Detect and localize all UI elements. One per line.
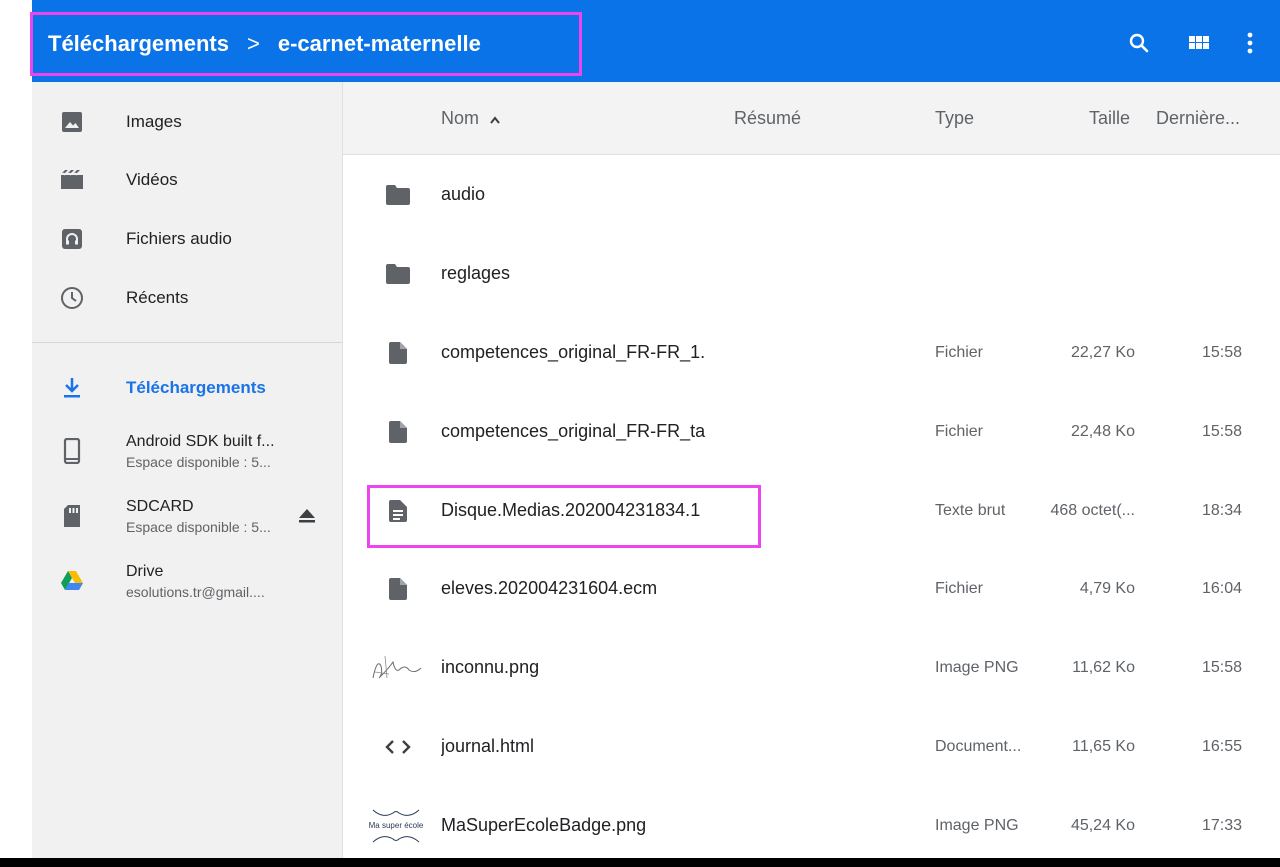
- sidebar-item-drive[interactable]: Drive esolutions.tr@gmail....: [32, 557, 342, 605]
- column-header-summary[interactable]: Résumé: [734, 108, 801, 129]
- breadcrumb: Téléchargements > e-carnet-maternelle: [48, 28, 481, 60]
- file-icon: [383, 341, 413, 365]
- file-modified: 15:58: [1201, 659, 1242, 676]
- sidebar-item-sdcard[interactable]: SDCARD Espace disponible : 5...: [32, 492, 342, 540]
- file-size: 468 octet(...: [1050, 502, 1136, 519]
- file-modified: 16:55: [1201, 738, 1242, 755]
- list-item-file[interactable]: eleves.202004231604.ecm Fichier 4,79 Ko …: [343, 550, 1280, 628]
- list-item-image[interactable]: inconnu.png Image PNG 11,62 Ko 15:58: [343, 629, 1280, 707]
- file-type: Texte brut: [935, 502, 1006, 519]
- list-item-html[interactable]: journal.html Document... 11,65 Ko 16:55: [343, 708, 1280, 786]
- eject-icon[interactable]: [297, 506, 317, 526]
- list-item-folder-reglages[interactable]: reglages: [343, 235, 1280, 313]
- file-type: Fichier: [935, 423, 984, 440]
- file-name: MaSuperEcoleBadge.png: [441, 815, 647, 835]
- file-type: Document...: [935, 738, 1022, 755]
- file-icon: [383, 420, 413, 444]
- sidebar-item-label: Téléchargements: [126, 378, 266, 397]
- file-name: competences_original_FR-FR_ta: [441, 421, 706, 441]
- file-size: 11,65 Ko: [1072, 738, 1135, 755]
- sidebar-item-label: SDCARD: [126, 497, 194, 515]
- more-vert-icon[interactable]: [1235, 28, 1265, 58]
- drive-icon: [60, 569, 84, 593]
- left-margin: [0, 0, 32, 867]
- sort-ascending-icon: [490, 108, 500, 129]
- sidebar-item-downloads[interactable]: Téléchargements: [32, 368, 342, 408]
- file-name: reglages: [441, 263, 511, 283]
- sidebar-item-recents[interactable]: Récents: [32, 278, 342, 318]
- file-name: inconnu.png: [441, 657, 540, 677]
- sidebar-item-label: Fichiers audio: [126, 229, 232, 248]
- sidebar-item-label: Drive: [126, 562, 164, 580]
- file-size: 22,48 Ko: [1070, 423, 1135, 440]
- column-header-size[interactable]: Taille: [1089, 108, 1130, 129]
- column-header-name[interactable]: Nom: [441, 108, 500, 129]
- bottom-bar: [0, 858, 1280, 867]
- breadcrumb-item-downloads[interactable]: Téléchargements: [48, 31, 229, 57]
- search-icon[interactable]: [1124, 28, 1154, 58]
- file-icon: [383, 577, 413, 601]
- list-item-folder-audio[interactable]: audio: [343, 156, 1280, 234]
- sidebar-item-videos[interactable]: Vidéos: [32, 160, 342, 200]
- file-type: Image PNG: [935, 659, 1019, 676]
- sidebar-item-sublabel: Espace disponible : 5...: [126, 518, 271, 535]
- list-item-file[interactable]: competences_original_FR-FR_ta Fichier 22…: [343, 393, 1280, 471]
- file-name: audio: [441, 184, 486, 204]
- list-header: Nom Résumé Type Taille Dernière...: [343, 82, 1280, 155]
- file-name: eleves.202004231604.ecm: [441, 578, 658, 598]
- file-modified: 16:04: [1201, 580, 1242, 597]
- list-item-text-file[interactable]: Disque.Medias.202004231834.1 Texte brut …: [343, 472, 1280, 550]
- sidebar-item-sublabel: Espace disponible : 5...: [126, 453, 271, 470]
- sidebar-item-sublabel: esolutions.tr@gmail....: [126, 583, 265, 600]
- file-modified: 18:34: [1201, 502, 1242, 519]
- sidebar-item-images[interactable]: Images: [32, 102, 342, 142]
- top-toolbar: Téléchargements > e-carnet-maternelle: [32, 0, 1280, 82]
- image-icon: [60, 110, 84, 134]
- file-name: journal.html: [441, 736, 535, 756]
- breadcrumb-item-current-folder[interactable]: e-carnet-maternelle: [278, 31, 481, 57]
- column-header-modified[interactable]: Dernière...: [1156, 108, 1240, 129]
- folder-icon: [383, 262, 413, 286]
- file-modified: 17:33: [1201, 817, 1242, 834]
- sidebar-item-label: Images: [126, 112, 182, 131]
- file-modified: 15:58: [1201, 344, 1242, 361]
- file-size: 11,62 Ko: [1072, 659, 1135, 676]
- file-modified: 15:58: [1201, 423, 1242, 440]
- folder-icon: [383, 183, 413, 207]
- list-item-file[interactable]: competences_original_FR-FR_1. Fichier 22…: [343, 314, 1280, 392]
- file-list: Nom Résumé Type Taille Dernière... audio…: [343, 82, 1280, 858]
- text-file-icon: [383, 499, 413, 523]
- breadcrumb-separator: >: [246, 31, 260, 56]
- sidebar-divider: [32, 342, 342, 343]
- sidebar: Images Vidéos Fichiers audio Récents Tél…: [32, 82, 343, 858]
- audio-icon: [60, 227, 84, 251]
- file-size: 4,79 Ko: [1079, 580, 1135, 597]
- sidebar-item-android-sdk[interactable]: Android SDK built f... Espace disponible…: [32, 427, 342, 475]
- download-icon: [60, 376, 84, 400]
- list-item-image[interactable]: Ma super école MaSuperEcoleBadge.png Ima…: [343, 787, 1280, 858]
- badge-thumbnail-text: Ma super école: [368, 821, 424, 830]
- file-size: 45,24 Ko: [1070, 817, 1135, 834]
- file-size: 22,27 Ko: [1070, 344, 1135, 361]
- column-header-name-label: Nom: [441, 108, 480, 128]
- file-type: Image PNG: [935, 817, 1019, 834]
- files-app: Téléchargements > e-carnet-maternelle Im…: [32, 0, 1280, 858]
- badge-thumbnail: Ma super école: [367, 803, 425, 849]
- column-header-type[interactable]: Type: [935, 108, 974, 129]
- sidebar-item-label: Récents: [126, 288, 189, 307]
- clock-icon: [60, 286, 84, 310]
- grid-view-icon[interactable]: [1184, 28, 1214, 58]
- file-name: Disque.Medias.202004231834.1: [441, 500, 701, 520]
- video-icon: [60, 168, 84, 192]
- phone-icon: [60, 438, 84, 464]
- sidebar-item-audio[interactable]: Fichiers audio: [32, 219, 342, 259]
- file-type: Fichier: [935, 344, 984, 361]
- sidebar-item-label: Android SDK built f...: [126, 432, 275, 450]
- signature-thumbnail: [369, 648, 423, 688]
- sd-card-icon: [60, 504, 84, 528]
- sidebar-item-label: Vidéos: [126, 170, 178, 189]
- file-type: Fichier: [935, 580, 984, 597]
- file-name: competences_original_FR-FR_1.: [441, 342, 706, 362]
- code-icon: [383, 735, 413, 759]
